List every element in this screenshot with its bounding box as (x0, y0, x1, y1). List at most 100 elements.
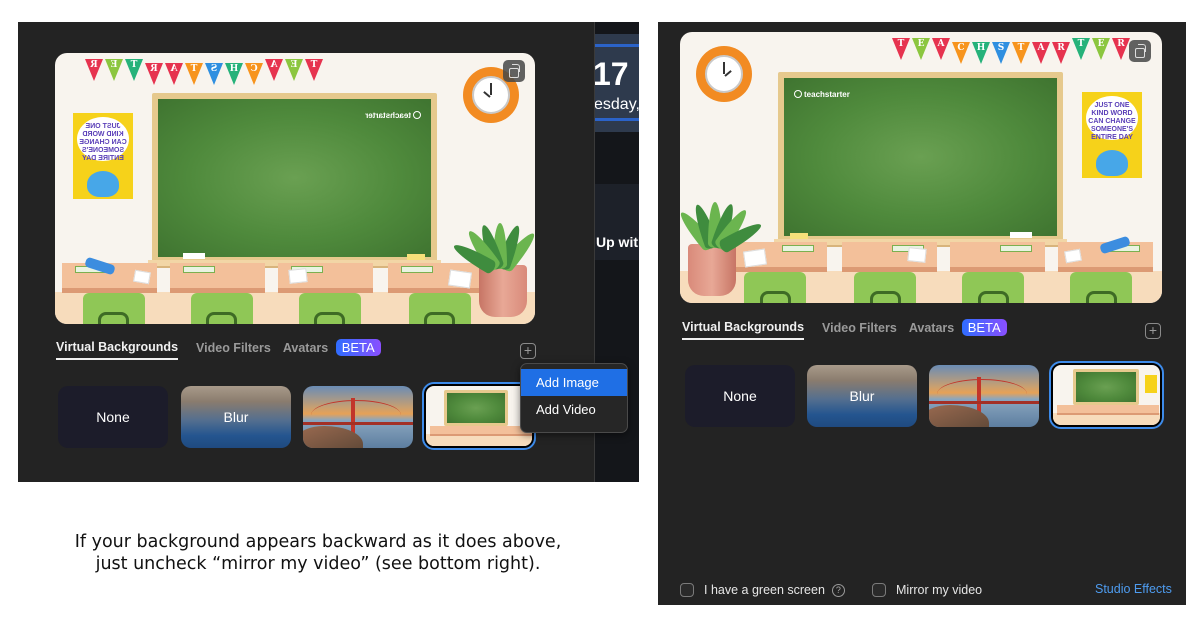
thumbnail-label: None (723, 388, 757, 404)
add-background-button[interactable]: + (1145, 323, 1161, 339)
bunting-flag: R (145, 63, 163, 85)
bunting-flag: H (225, 63, 243, 85)
green-screen-label: I have a green screen (704, 583, 825, 597)
paper-sheet (133, 269, 151, 285)
chair (744, 272, 806, 303)
bunting-flag: R (1052, 42, 1070, 64)
desk-nameplate (183, 266, 215, 273)
mirror-video-checkbox[interactable] (872, 583, 886, 597)
thumbnail-blur[interactable]: Blur (807, 365, 917, 427)
tab-video-filters[interactable]: Video Filters (822, 321, 897, 339)
chair (409, 293, 471, 324)
menu-item-add-video[interactable]: Add Video (521, 396, 627, 423)
tab-avatars-label: Avatars (908, 321, 955, 335)
mini-chalkboard (447, 393, 505, 423)
bunting-flag: T (125, 59, 143, 81)
bunting-flag: S (992, 42, 1010, 64)
paper-sheet (742, 248, 768, 268)
caption-line-2: just uncheck “mirror my video” (see bott… (95, 554, 541, 574)
add-background-button[interactable]: + (520, 343, 536, 359)
green-screen-option[interactable]: I have a green screen ? (680, 583, 845, 597)
tab-video-filters[interactable]: Video Filters (196, 341, 271, 359)
poster-text: JUST ONE KIND WORD CAN CHANGE SOMEONE'S … (79, 123, 127, 162)
bunting-flag: T (892, 38, 910, 60)
right-settings-window: teachstarter JUST ONE KIND WORD CAN CHANG… (658, 22, 1186, 605)
bunting-flag: E (285, 59, 303, 81)
strip-time-text: 17 P (594, 56, 639, 92)
paper-sheet (288, 268, 308, 284)
chair (962, 272, 1024, 303)
thumbnail-label: Blur (849, 388, 875, 404)
popout-icon[interactable] (503, 60, 525, 82)
thumbnail-label: Blur (223, 409, 249, 425)
chalkboard (158, 99, 431, 257)
bunting-flag: T (1072, 38, 1090, 60)
paper-sheet (907, 247, 927, 263)
thumbnail-golden-gate-bridge[interactable] (303, 386, 413, 448)
tab-bar: Virtual Backgrounds Video Filters Avatar… (682, 319, 1007, 340)
bunting-flag: T (305, 59, 323, 81)
strip-row-text: Up with (596, 234, 639, 250)
caption: If your background appears backward as i… (18, 531, 618, 575)
mini-desks (1057, 405, 1159, 415)
help-icon[interactable]: ? (831, 583, 845, 597)
tab-avatars[interactable]: Avatars BETA (909, 319, 1007, 340)
bunting-flag: R (85, 59, 103, 81)
thumbnail-golden-gate-bridge[interactable] (929, 365, 1039, 427)
mirror-video-label: Mirror my video (896, 583, 983, 597)
popout-icon[interactable] (1129, 40, 1151, 62)
thumbnail-none[interactable]: None (58, 386, 168, 448)
bunting-flag: A (265, 59, 283, 81)
bunting-flag: C (952, 42, 970, 64)
beta-badge: BETA (961, 319, 1007, 336)
mini-chalkboard (1076, 372, 1136, 402)
add-context-menu: Add Image Add Video (520, 363, 628, 433)
mini-desks (430, 426, 532, 436)
logo-icon (413, 111, 421, 119)
thumbnail-label: None (96, 409, 130, 425)
plant-pot (688, 244, 736, 296)
monster-icon (1096, 150, 1128, 176)
thumbnail-classroom[interactable] (422, 382, 536, 450)
tab-virtual-backgrounds[interactable]: Virtual Backgrounds (682, 320, 805, 340)
bunting-flag: A (1032, 42, 1050, 64)
teachstarter-logo: teachstarter (794, 90, 850, 99)
strip-date-text: esday, (594, 96, 639, 113)
studio-effects-link[interactable]: Studio Effects (1095, 582, 1172, 596)
tab-avatars[interactable]: Avatars BETA (283, 339, 381, 360)
caption-line-1: If your background appears backward as i… (74, 532, 562, 552)
bunting-flag: S (205, 63, 223, 85)
chalk-box (790, 233, 808, 239)
eraser (183, 253, 205, 259)
bridge-deck (929, 401, 1039, 404)
bunting-flag: H (972, 42, 990, 64)
paper-sheet (447, 269, 473, 289)
bridge-deck (303, 422, 413, 425)
desk-nameplate (782, 245, 814, 252)
mini-poster (1145, 375, 1157, 393)
clock-hand (723, 62, 725, 74)
desk-nameplate (1000, 245, 1032, 252)
monster-icon (87, 171, 119, 197)
thumbnail-classroom[interactable] (1049, 361, 1164, 429)
thumbnail-blur[interactable]: Blur (181, 386, 291, 448)
background-preview: teachstarter JUST ONE KIND WORD CAN CHANG… (55, 53, 535, 324)
chair (83, 293, 145, 324)
tab-virtual-backgrounds[interactable]: Virtual Backgrounds (56, 340, 179, 360)
chair (191, 293, 253, 324)
bunting-flag: E (1092, 38, 1110, 60)
chair (1070, 272, 1132, 303)
eraser (1010, 232, 1032, 238)
mirror-video-option[interactable]: Mirror my video (872, 583, 982, 597)
teachstarter-bunting: TEACHSTARTER (83, 57, 323, 79)
left-settings-window: teachstarter JUST ONE KIND WORD CAN CHANG… (18, 22, 594, 482)
thumbnail-none[interactable]: None (685, 365, 795, 427)
chalkboard (784, 78, 1057, 236)
strip-line (595, 118, 639, 121)
green-screen-checkbox[interactable] (680, 583, 694, 597)
classroom-scene: teachstarter JUST ONE KIND WORD CAN CHANG… (55, 53, 535, 324)
teachstarter-bunting: TEACHSTARTER (892, 36, 1132, 64)
menu-item-add-image[interactable]: Add Image (521, 369, 627, 396)
bunting-flag: E (105, 59, 123, 81)
bunting-flag: R (1112, 38, 1130, 60)
